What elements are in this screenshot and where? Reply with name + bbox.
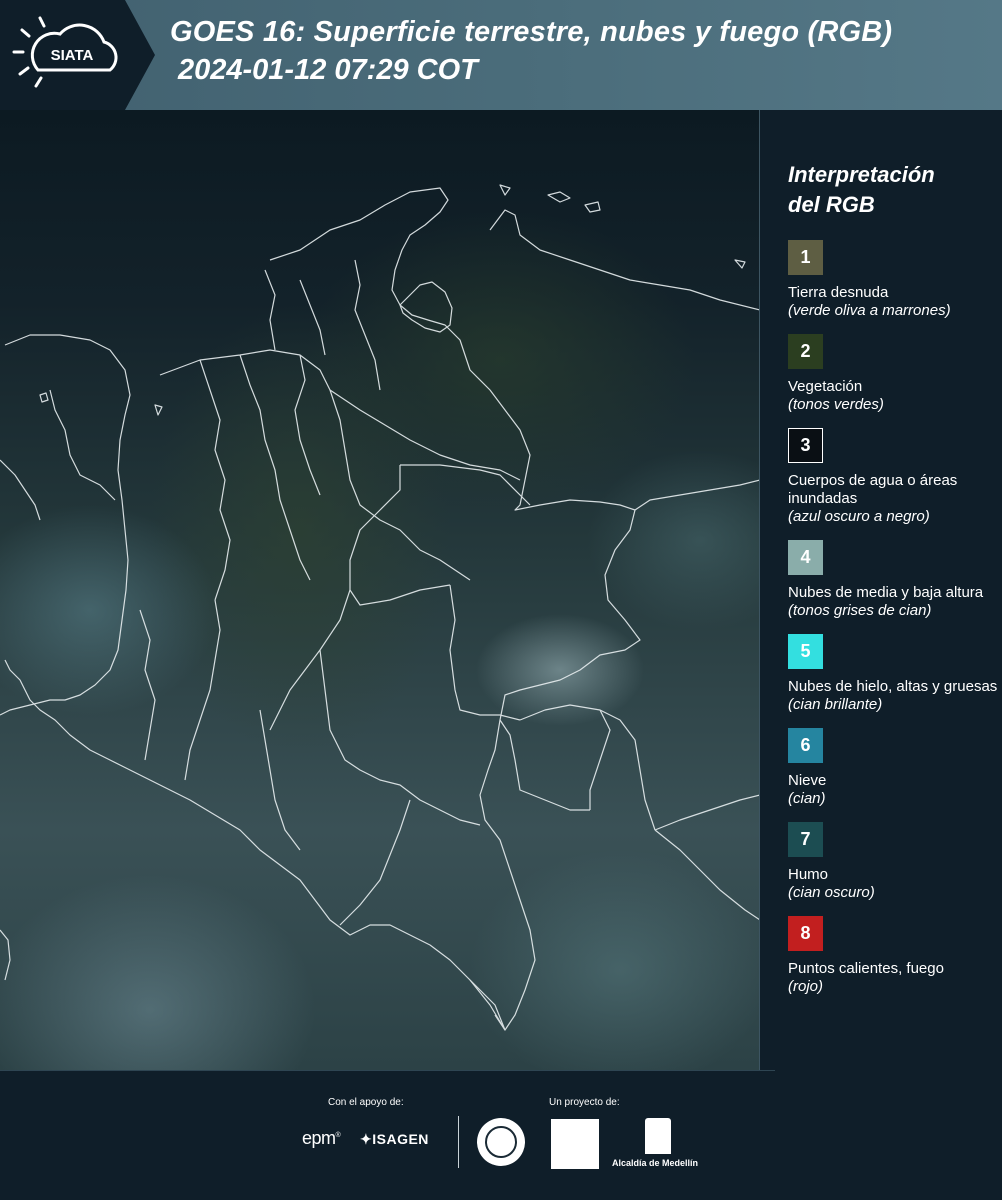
legend-swatch: 4 (788, 540, 823, 575)
legend-swatch: 7 (788, 822, 823, 857)
legend-swatch: 5 (788, 634, 823, 669)
legend-item: 8 Puntos calientes, fuego (rojo) (788, 916, 998, 996)
epm-logo: epm® (302, 1128, 341, 1148)
legend-swatch: 2 (788, 334, 823, 369)
legend-item: 4 Nubes de media y baja altura (tonos gris… (788, 540, 998, 620)
project-label: Un proyecto de: (549, 1097, 620, 1108)
siata-logo-text: SIATA (51, 47, 94, 64)
legend-swatch: 1 (788, 240, 823, 275)
legend-swatch: 8 (788, 916, 823, 951)
support-label: Con el apoyo de: (328, 1097, 404, 1108)
colombia-border (4, 187, 641, 1031)
legend-item-desc: (cian) (788, 790, 826, 807)
legend-item-name: Cuerpos de agua o áreas inundadas (788, 472, 958, 507)
page-timestamp: 2024-01-12 07:29 COT (178, 54, 478, 86)
legend-swatch: 3 (788, 428, 823, 463)
satellite-map[interactable] (0, 110, 760, 1070)
page-title: GOES 16: Superficie terrestre, nubes y f… (170, 16, 893, 48)
footer-divider (0, 1070, 775, 1071)
legend-item-desc: (tonos grises de cian) (788, 602, 932, 619)
alcaldia-shield-icon (645, 1118, 671, 1154)
legend-item-desc: (rojo) (788, 978, 824, 995)
header: SIATA GOES 16: Superficie terrestre, nub… (0, 0, 1002, 110)
legend-item-name: Vegetación (788, 378, 863, 395)
rgb-legend: Interpretación del RGB 1 Tierra desnuda (v… (788, 160, 998, 1010)
legend-item-desc: (cian oscuro) (788, 884, 875, 901)
isagen-logo: ✦ISAGEN (360, 1131, 429, 1147)
legend-item-desc: (azul oscuro a negro) (788, 508, 930, 525)
area-metropolitana-logo (551, 1119, 599, 1169)
boundaries-overlay (0, 184, 759, 1031)
legend-title-line1: Interpretación (788, 162, 935, 187)
legend-item: 7 Humo (cian oscuro) (788, 822, 998, 902)
legend-item: 1 Tierra desnuda (verde oliva a marrones) (788, 240, 998, 320)
legend-item-name: Humo (788, 866, 829, 883)
legend-item-name: Nieve (788, 772, 827, 789)
legend-title: Interpretación del RGB (788, 160, 998, 220)
footer-vertical-separator (458, 1116, 459, 1168)
isagen-logo-text: ISAGEN (372, 1131, 429, 1147)
epm-logo-text: epm (302, 1128, 336, 1148)
legend-title-line2: del RGB (788, 192, 875, 217)
legend-item: 5 Nubes de hielo, altas y gruesas (cian br… (788, 634, 998, 714)
legend-item: 2 Vegetación (tonos verdes) (788, 334, 998, 414)
legend-item-name: Puntos calientes, fuego (788, 960, 944, 977)
legend-swatch: 6 (788, 728, 823, 763)
legend-item-desc: (tonos verdes) (788, 396, 884, 413)
legend-item-name: Nubes de hielo, altas y gruesas (788, 678, 998, 695)
siata-logo: SIATA (0, 0, 150, 110)
legend-item-desc: (verde oliva a marrones) (788, 302, 951, 319)
alcaldia-logo-text: Alcaldía de Medellín (612, 1158, 699, 1168)
legend-item-name: Nubes de media y baja altura (788, 584, 984, 601)
legend-item: 6 Nieve (cian) (788, 728, 998, 808)
university-seal-logo (477, 1118, 525, 1166)
legend-item-desc: (cian brillante) (788, 696, 883, 713)
legend-items: 1 Tierra desnuda (verde oliva a marrones) 2… (788, 240, 998, 996)
legend-item-name: Tierra desnuda (788, 284, 889, 301)
legend-item: 3 Cuerpos de agua o áreas inundadas (azul … (788, 428, 998, 526)
